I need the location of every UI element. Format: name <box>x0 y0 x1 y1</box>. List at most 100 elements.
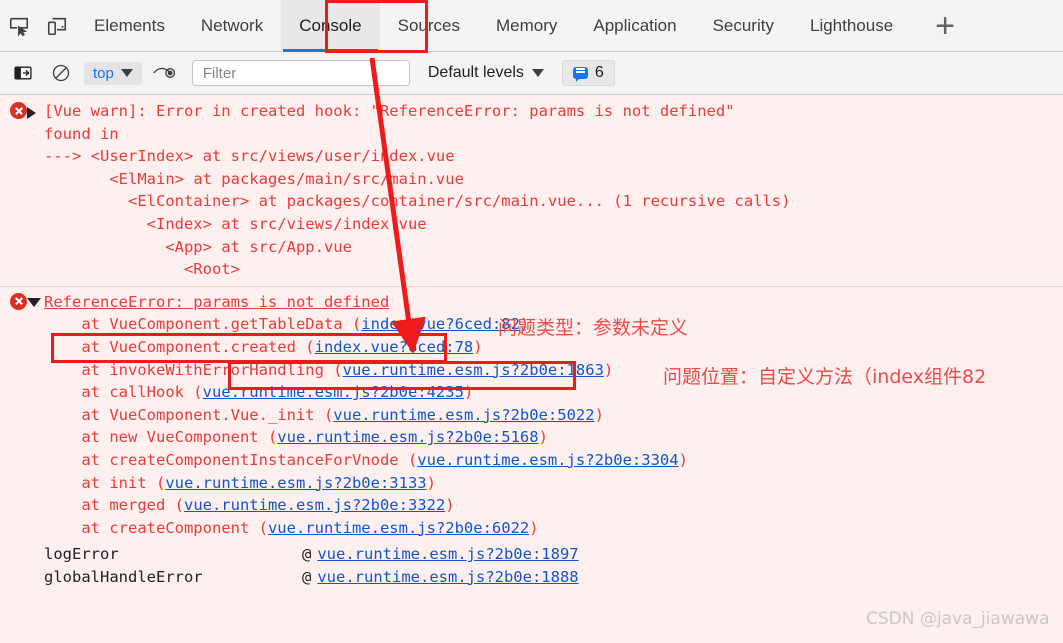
annotation-problem-type: 问题类型：参数未定义 <box>498 317 689 339</box>
tab-security[interactable]: Security <box>695 0 792 52</box>
stack-frame[interactable]: at new VueComponent (vue.runtime.esm.js?… <box>0 426 1063 449</box>
message-gutter <box>0 291 44 310</box>
stack-frame-text: at new VueComponent ( <box>44 428 278 447</box>
tab-lighthouse[interactable]: Lighthouse <box>792 0 911 52</box>
tab-application[interactable]: Application <box>575 0 694 52</box>
stack-frame-text: at createComponent ( <box>44 518 268 537</box>
devtools-tabbar: Elements Network Console Sources Memory … <box>0 0 1063 52</box>
source-link[interactable]: vue.runtime.esm.js?2b0e:1888 <box>317 566 578 589</box>
stack-frame-text: at VueComponent.getTableData ( <box>44 315 362 334</box>
execution-context-selector[interactable]: top <box>84 61 142 85</box>
tab-lighthouse-label: Lighthouse <box>809 15 894 35</box>
log-level-selector[interactable]: Default levels <box>428 64 544 82</box>
vue-warn-header: [Vue warn]: Error in created hook: "Refe… <box>44 102 735 120</box>
source-link[interactable]: vue.runtime.esm.js?2b0e:3322 <box>184 496 445 514</box>
search-input[interactable] <box>200 63 401 83</box>
source-link[interactable]: index.vue?6ced:82 <box>361 315 520 333</box>
source-link[interactable]: index.vue?6ced:78 <box>315 338 474 356</box>
stack-frame-suffix: ) <box>538 428 548 447</box>
stack-frame[interactable]: at merged (vue.runtime.esm.js?2b0e:3322) <box>0 494 1063 517</box>
annotation-problem-location: 问题位置：自定义方法（index组件82 <box>663 366 987 388</box>
stack-frame-suffix: ) <box>678 450 688 469</box>
collapse-triangle-icon[interactable] <box>27 297 41 307</box>
more-tabs-icon[interactable]: + <box>925 6 965 46</box>
source-link[interactable]: vue.runtime.esm.js?2b0e:3304 <box>417 451 678 469</box>
stack-frame-text: at init ( <box>44 473 166 492</box>
stack-frame-text: at callHook ( <box>44 383 203 402</box>
console-message-vue-warn[interactable]: [Vue warn]: Error in created hook: "Refe… <box>0 95 1063 281</box>
tab-sources[interactable]: Sources <box>380 0 478 52</box>
tab-security-label: Security <box>712 15 774 35</box>
at-symbol: @ <box>302 567 312 586</box>
source-link[interactable]: vue.runtime.esm.js?2b0e:1863 <box>343 361 604 379</box>
stack-frame-text: at VueComponent.created ( <box>44 337 315 356</box>
console-filter-box[interactable] <box>191 60 410 86</box>
devtools-tab-list: Elements Network Console Sources Memory … <box>76 0 911 52</box>
source-link[interactable]: vue.runtime.esm.js?2b0e:1897 <box>317 543 578 566</box>
tab-console[interactable]: Console <box>281 0 380 52</box>
execution-context-value: top <box>93 64 114 82</box>
log-level-label: Default levels <box>427 64 524 81</box>
devtools-window: Elements Network Console Sources Memory … <box>0 0 1063 643</box>
tab-network-label: Network <box>200 15 264 35</box>
handler-frame[interactable]: globalHandleError @ vue.runtime.esm.js?2… <box>0 566 1063 589</box>
live-expression-icon[interactable] <box>146 54 184 92</box>
chevron-down-icon <box>120 69 133 77</box>
show-console-sidebar-icon[interactable] <box>4 54 42 92</box>
message-count-value: 6 <box>594 64 604 81</box>
vue-warn-line: <App> at src/App.vue <box>44 237 352 256</box>
error-icon <box>10 292 27 310</box>
tab-application-label: Application <box>593 15 677 35</box>
tab-console-label: Console <box>299 15 362 35</box>
source-link[interactable]: vue.runtime.esm.js?2b0e:5022 <box>333 406 594 424</box>
message-gutter <box>0 100 44 119</box>
device-toolbar-icon[interactable] <box>38 7 76 45</box>
stack-frame[interactable]: at createComponent (vue.runtime.esm.js?2… <box>0 517 1063 540</box>
vue-warn-line: <Root> <box>44 260 240 279</box>
tab-memory[interactable]: Memory <box>478 0 575 52</box>
source-link[interactable]: vue.runtime.esm.js?2b0e:3133 <box>165 474 426 492</box>
vue-warn-line: ---> <UserIndex> at src/views/user/index… <box>44 147 455 166</box>
stack-frame-suffix: ) <box>529 518 539 537</box>
stack-frame-suffix: ) <box>603 360 614 379</box>
stack-frame-suffix: ) <box>473 337 483 356</box>
tab-sources-label: Sources <box>397 15 460 35</box>
more-tabs-label: + <box>935 6 956 45</box>
source-link[interactable]: vue.runtime.esm.js?2b0e:5168 <box>277 428 538 446</box>
vue-warn-line: <ElContainer> at packages/container/src/… <box>44 192 791 211</box>
stack-frame-text: at invokeWithErrorHandling ( <box>44 360 343 379</box>
source-link[interactable]: vue.runtime.esm.js?2b0e:6022 <box>268 519 529 537</box>
chevron-down-icon <box>531 69 544 77</box>
source-link[interactable]: vue.runtime.esm.js?2b0e:4235 <box>203 383 464 401</box>
stack-frame[interactable]: at init (vue.runtime.esm.js?2b0e:3133) <box>0 472 1063 495</box>
tab-elements-label: Elements <box>94 15 165 35</box>
tab-elements[interactable]: Elements <box>76 0 183 52</box>
vue-warn-line: <ElMain> at packages/main/src/main.vue <box>44 169 464 188</box>
tab-network[interactable]: Network <box>183 0 281 52</box>
expand-triangle-icon[interactable] <box>27 107 36 119</box>
console-toolbar: top Default levels 6 <box>0 52 1063 95</box>
stack-frame-suffix: ) <box>426 473 436 492</box>
watermark: CSDN @java_jiawawa <box>866 609 1050 629</box>
error-icon <box>10 102 27 119</box>
vue-warn-line: <Index> at src/views/index.vue <box>44 214 427 233</box>
reference-error-header: ReferenceError: params is not defined <box>44 292 390 311</box>
at-symbol: @ <box>302 545 312 564</box>
stack-frame[interactable]: at createComponentInstanceForVnode (vue.… <box>0 449 1063 472</box>
stack-frame-suffix: ) <box>445 496 455 515</box>
message-count-badge[interactable]: 6 <box>561 60 615 86</box>
vue-warn-line: found in <box>44 124 119 143</box>
handler-name: logError <box>44 545 119 564</box>
clear-console-icon[interactable] <box>42 54 80 92</box>
stack-frame-text: at VueComponent.Vue._init ( <box>44 405 334 424</box>
stack-frame-text: at createComponentInstanceForVnode ( <box>44 450 418 469</box>
stack-frame[interactable]: at VueComponent.Vue._init (vue.runtime.e… <box>0 404 1063 427</box>
stack-frame-suffix: ) <box>463 383 474 402</box>
tab-memory-label: Memory <box>495 15 558 35</box>
stack-frame-text: at merged ( <box>44 496 184 515</box>
message-bubble-icon <box>572 67 588 82</box>
inspect-element-icon[interactable] <box>0 7 38 45</box>
handler-frame[interactable]: logError @ vue.runtime.esm.js?2b0e:1897 <box>0 539 1063 566</box>
stack-frame-suffix: ) <box>594 405 604 424</box>
handler-name: globalHandleError <box>44 567 203 586</box>
